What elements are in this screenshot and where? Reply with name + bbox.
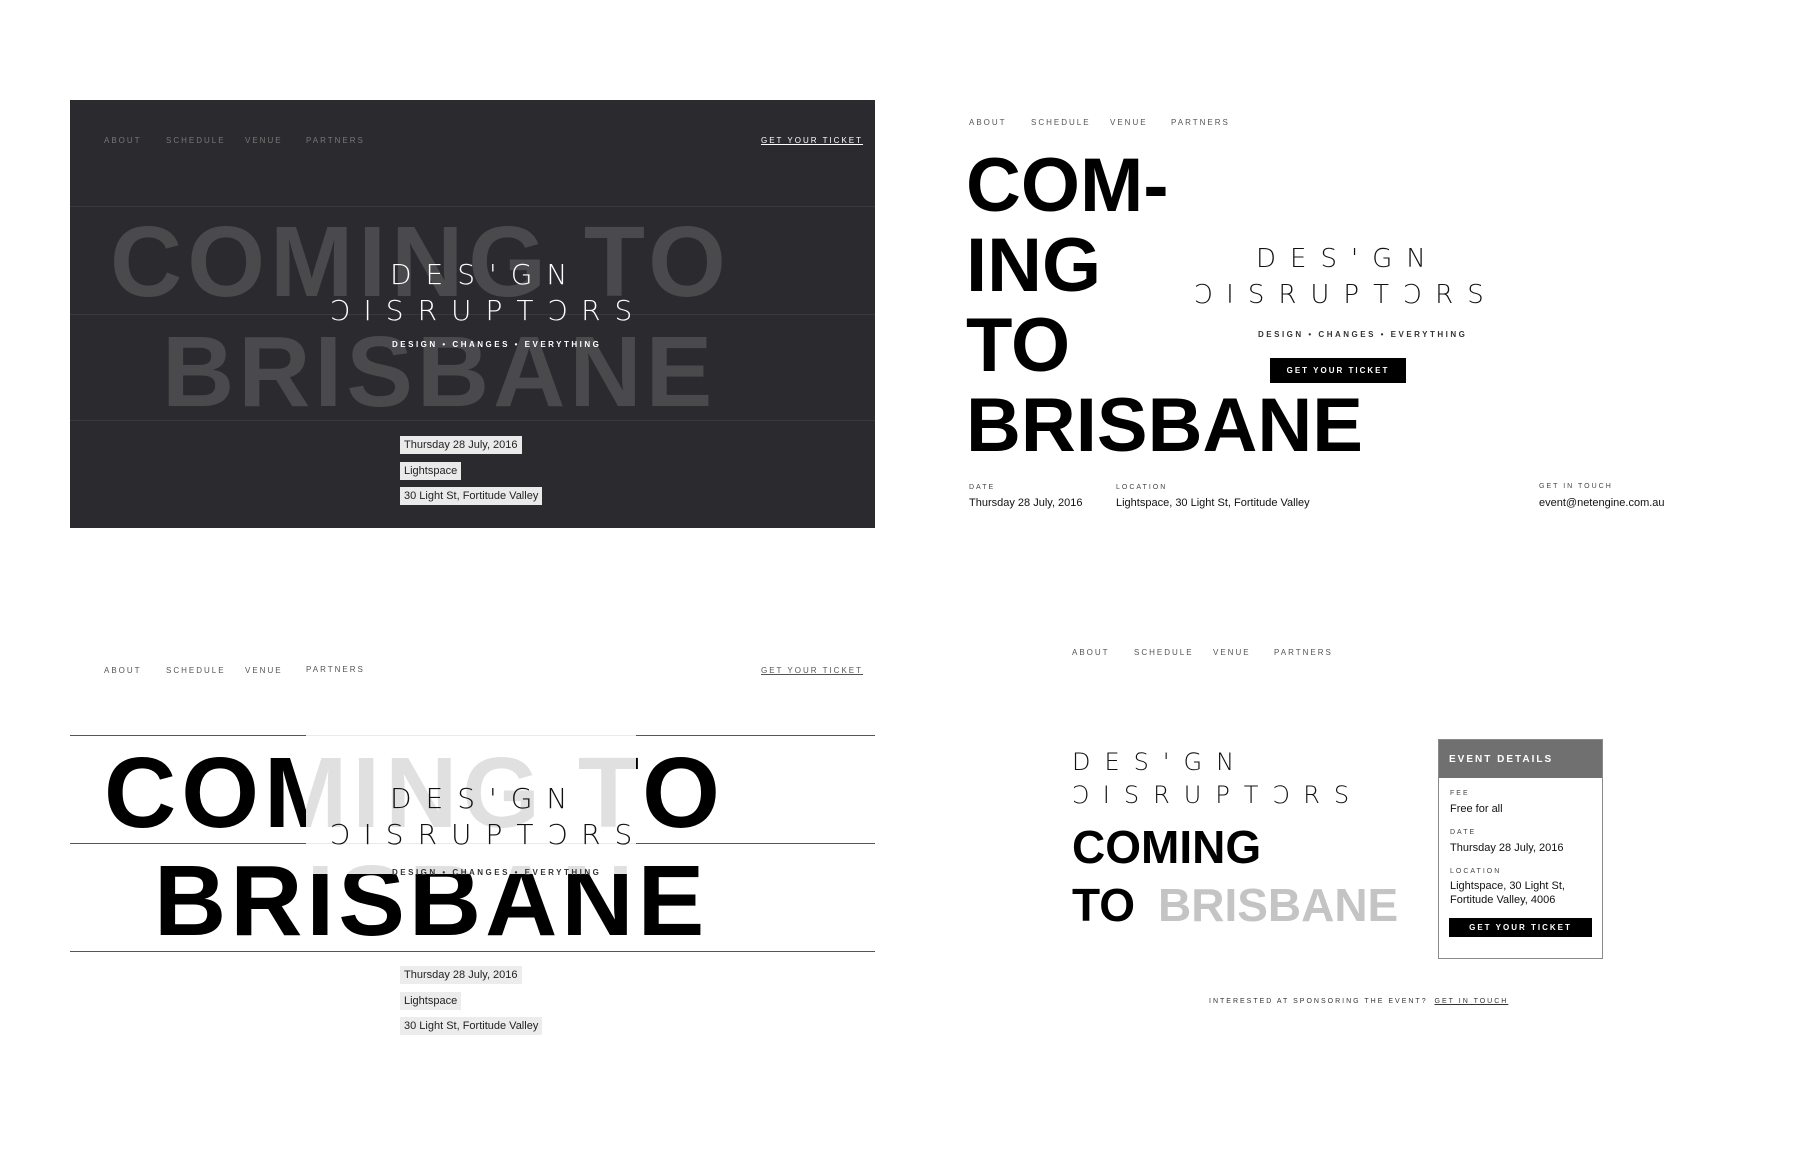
nav-venue[interactable]: VENUE xyxy=(245,136,283,145)
get-ticket-link[interactable]: GET YOUR TICKET xyxy=(761,666,863,675)
fee-label: FEE xyxy=(1450,790,1470,797)
location-value: Lightspace, 30 Light St, Fortitude Valle… xyxy=(1116,497,1310,509)
panel-split: ABOUT SCHEDULE VENUE PARTNERS COM- ING T… xyxy=(960,100,1720,530)
date-label: DATE xyxy=(969,484,996,491)
venue-tag: Lightspace xyxy=(400,992,462,1010)
date-label: DATE xyxy=(1450,829,1477,836)
logo-line1: DΕS'GΝ xyxy=(390,258,582,291)
nav-partners[interactable]: PARTNERS xyxy=(1274,648,1333,657)
nav-venue[interactable]: VENUE xyxy=(1213,648,1251,657)
logo-line1: DΕS'GΝ xyxy=(1072,748,1249,776)
venue-tag: Lightspace xyxy=(400,462,462,480)
logo-line1: DΕS'GΝ xyxy=(1256,244,1440,274)
nav-schedule[interactable]: SCHEDULE xyxy=(166,666,226,675)
location-label: LOCATION xyxy=(1116,484,1168,491)
headline-line2: BRISBANE xyxy=(162,316,717,428)
logo-line2: ϽΙSRUPTϽRS xyxy=(330,818,647,851)
sponsor-link[interactable]: GET IN TOUCH xyxy=(1435,998,1509,1005)
nav-about[interactable]: ABOUT xyxy=(1072,648,1110,657)
nav-about[interactable]: ABOUT xyxy=(104,666,142,675)
nav-schedule[interactable]: SCHEDULE xyxy=(166,136,226,145)
get-ticket-button[interactable]: GET YOUR TICKET xyxy=(1449,918,1592,937)
headline-split-2: ING xyxy=(966,223,1102,308)
event-details-title: EVENT DETAILS xyxy=(1449,754,1554,765)
date-value: Thursday 28 July, 2016 xyxy=(969,497,1083,509)
date-tag: Thursday 28 July, 2016 xyxy=(400,966,522,984)
nav-partners[interactable]: PARTNERS xyxy=(306,665,365,674)
event-details-card: EVENT DETAILS FEE Free for all DATE Thur… xyxy=(1438,739,1603,959)
address-tag: 30 Light St, Fortitude Valley xyxy=(400,1017,543,1035)
location-label: LOCATION xyxy=(1450,868,1502,875)
panel-details: ABOUT SCHEDULE VENUE PARTNERS DΕS'GΝ ϽΙS… xyxy=(1060,630,1680,1030)
address-tag: 30 Light St, Fortitude Valley xyxy=(400,487,543,505)
headline-split-4: BRISBANE xyxy=(966,383,1363,468)
logo-tagline: DESIGN • CHANGES • EVERYTHING xyxy=(392,868,602,877)
nav-about[interactable]: ABOUT xyxy=(969,118,1007,127)
headline-coming: COMING xyxy=(1072,821,1262,873)
logo-line2: ϽΙSRUPTϽRS xyxy=(1194,280,1498,310)
date-tag: Thursday 28 July, 2016 xyxy=(400,436,522,454)
headline-split-3: TO xyxy=(966,303,1071,388)
logo-line2: ϽΙSRUPTϽRS xyxy=(1072,781,1364,809)
location-line2: Fortitude Valley, 4006 xyxy=(1450,894,1556,906)
nav-partners[interactable]: PARTNERS xyxy=(306,136,365,145)
panel-lined: ABOUT SCHEDULE VENUE PARTNERS GET YOUR T… xyxy=(70,640,875,1060)
fee-value: Free for all xyxy=(1450,803,1503,815)
headline-split-1: COM- xyxy=(966,143,1169,228)
nav-about[interactable]: ABOUT xyxy=(104,136,142,145)
sponsor-footer: INTERESTED AT SPONSORING THE EVENT? GET … xyxy=(1209,998,1508,1005)
logo-line1: DΕS'GΝ xyxy=(390,782,582,815)
email-link[interactable]: event@netengine.com.au xyxy=(1539,497,1665,509)
get-in-touch-label: GET IN TOUCH xyxy=(1539,483,1613,490)
nav-schedule[interactable]: SCHEDULE xyxy=(1134,648,1194,657)
get-ticket-link[interactable]: GET YOUR TICKET xyxy=(761,136,863,145)
nav-venue[interactable]: VENUE xyxy=(245,666,283,675)
logo-tagline: DESIGN • CHANGES • EVERYTHING xyxy=(1258,330,1468,339)
nav-schedule[interactable]: SCHEDULE xyxy=(1031,118,1091,127)
nav-partners[interactable]: PARTNERS xyxy=(1171,118,1230,127)
location-line1: Lightspace, 30 Light St, xyxy=(1450,880,1565,892)
logo-tagline: DESIGN • CHANGES • EVERYTHING xyxy=(392,340,602,349)
headline-to: TO xyxy=(1072,879,1136,931)
headline-brisbane: BRISBANE xyxy=(1158,879,1399,931)
date-value: Thursday 28 July, 2016 xyxy=(1450,842,1564,854)
get-ticket-button[interactable]: GET YOUR TICKET xyxy=(1270,358,1406,383)
logo-line2: ϽΙSRUPTϽRS xyxy=(330,294,647,327)
sponsor-text: INTERESTED AT SPONSORING THE EVENT? xyxy=(1209,998,1428,1005)
nav-venue[interactable]: VENUE xyxy=(1110,118,1148,127)
panel-dark: ABOUT SCHEDULE VENUE PARTNERS GET YOUR T… xyxy=(70,100,875,528)
